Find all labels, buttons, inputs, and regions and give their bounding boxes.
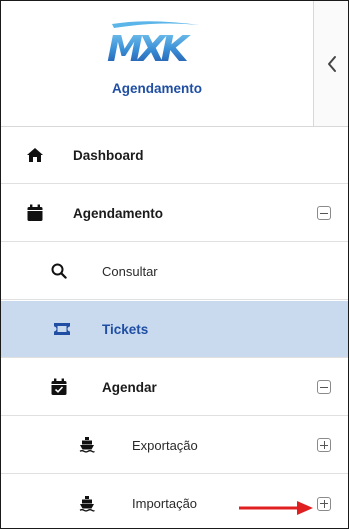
menu-item-agendamento[interactable]: Agendamento: [1, 185, 348, 242]
menu-item-dashboard[interactable]: Dashboard: [1, 127, 348, 184]
menu-item-agendamento-label: Agendamento: [73, 206, 164, 221]
chevron-left-icon: [327, 55, 336, 72]
calendar-check-icon: [51, 378, 67, 395]
menu-item-exportacao-label: Exportação: [132, 438, 198, 453]
calendar-icon: [27, 204, 43, 221]
menu-item-agendar-label: Agendar: [102, 380, 157, 395]
menu-item-tickets-label: Tickets: [102, 322, 149, 337]
app-title: Agendamento: [111, 81, 202, 96]
menu-item-consultar[interactable]: Consultar: [1, 243, 348, 300]
ship-icon: [79, 437, 95, 453]
collapse-agendar-button[interactable]: [317, 380, 331, 394]
logo-area: MXK Agendamento: [1, 1, 313, 126]
menu-item-consultar-label: Consultar: [102, 264, 158, 279]
menu-item-exportacao[interactable]: Exportação: [1, 417, 348, 474]
collapse-sidebar-button[interactable]: [313, 1, 348, 126]
menu-item-agendar[interactable]: Agendar: [1, 359, 348, 416]
ticket-icon: [54, 323, 70, 335]
expand-importacao-button[interactable]: [317, 496, 331, 511]
expand-exportacao-button[interactable]: [317, 438, 331, 452]
sidebar-panel: MXK Agendamento Dashboard Agendamento Co…: [0, 0, 349, 529]
mxk-logo: MXK: [107, 21, 199, 65]
sidebar-header: MXK Agendamento: [1, 1, 348, 127]
menu-item-dashboard-label: Dashboard: [73, 148, 144, 163]
collapse-agendamento-button[interactable]: [317, 206, 331, 220]
svg-text:MXK: MXK: [107, 29, 192, 65]
menu-item-tickets[interactable]: Tickets: [1, 301, 348, 358]
search-icon: [51, 263, 67, 279]
home-icon: [27, 148, 43, 162]
ship-icon: [79, 495, 95, 512]
menu-item-importacao-label: Importação: [132, 496, 198, 511]
annotation-arrow-icon: [239, 501, 313, 515]
